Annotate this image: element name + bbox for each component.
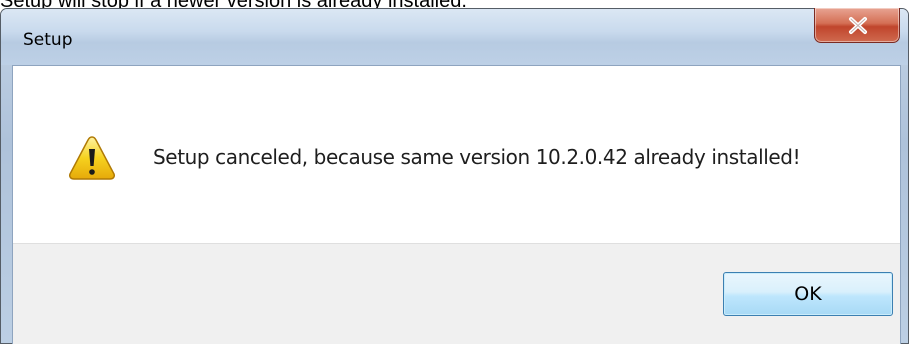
close-button[interactable] [814, 8, 900, 43]
dialog-window: Setup Setup canceled, because same versi… [0, 8, 909, 344]
window-title: Setup [23, 30, 73, 50]
close-x-icon [849, 17, 867, 34]
message-text: Setup canceled, because same version 10.… [153, 145, 801, 169]
button-footer: OK [13, 243, 900, 344]
warning-icon [69, 136, 115, 180]
page: Setup will stop if a newer version is al… [0, 0, 909, 344]
ok-button[interactable]: OK [723, 272, 893, 316]
dialog-client-area: Setup canceled, because same version 10.… [12, 65, 901, 344]
title-bar[interactable]: Setup [1, 8, 908, 65]
message-area: Setup canceled, because same version 10.… [13, 66, 900, 243]
